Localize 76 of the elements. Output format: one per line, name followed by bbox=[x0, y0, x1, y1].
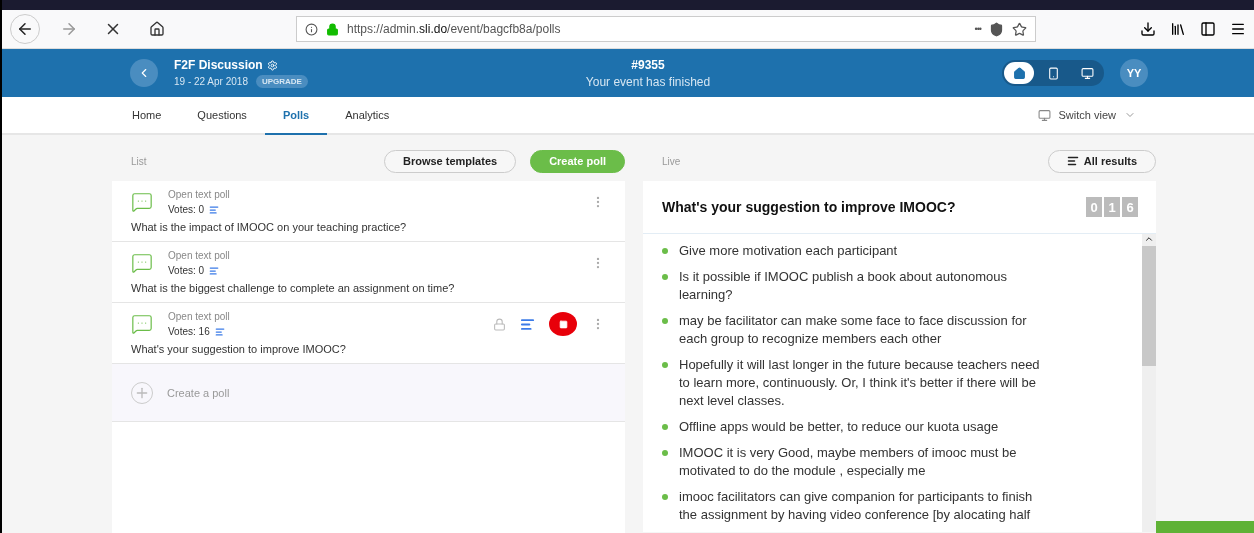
counter-digit: 6 bbox=[1122, 197, 1138, 217]
bullet-dot bbox=[662, 424, 668, 430]
address-bar[interactable]: https://admin.sli.do/event/bagcfb8a/polls ••• bbox=[296, 16, 1036, 42]
chevron-up-icon bbox=[1144, 234, 1154, 244]
library-icon[interactable] bbox=[1170, 21, 1186, 37]
stop-poll-button[interactable] bbox=[549, 312, 577, 336]
results-icon bbox=[209, 204, 220, 215]
scrollbar[interactable] bbox=[1142, 234, 1156, 532]
lock-icon bbox=[493, 317, 506, 331]
poll-question: What is the impact of IMOOC on your teaching practice? bbox=[131, 221, 408, 233]
counter-digit: 0 bbox=[1086, 197, 1102, 217]
bullet-dot bbox=[662, 274, 668, 280]
list-title: List bbox=[131, 155, 147, 167]
results-button[interactable] bbox=[520, 316, 535, 332]
info-icon bbox=[305, 22, 318, 36]
all-results-button[interactable]: All results bbox=[1047, 149, 1156, 173]
vote-count: Votes: 0 bbox=[168, 265, 205, 276]
bars-icon bbox=[1066, 155, 1079, 167]
answer-text: Is it possible if IMOOC publish a book about autonomous learning? bbox=[679, 268, 1009, 304]
bullet-dot bbox=[662, 248, 668, 254]
poll-question: What's your suggestion to improve IMOOC? bbox=[131, 343, 347, 355]
answer-text: imooc facilitators can give companion for participants to finish the assignment by having video conference [by alocating half bbox=[679, 488, 1034, 524]
poll-type: Open text poll bbox=[168, 250, 231, 261]
more-button[interactable]: ••• bbox=[974, 24, 981, 34]
arrow-right-icon bbox=[60, 20, 78, 38]
url-text: https://admin.sli.do/event/bagcfb8a/polls bbox=[347, 22, 562, 36]
poll-card[interactable]: Open text poll Votes: 0 What is the biggest challenge to complete an assignment on time? bbox=[112, 242, 625, 303]
bullet-dot bbox=[662, 318, 668, 324]
answer-text: Give more motivation each participant bbox=[679, 242, 899, 260]
event-dates: 19 - 22 Apr 2018 bbox=[174, 76, 248, 87]
browse-templates-button[interactable]: Browse templates bbox=[384, 149, 517, 173]
chat-icon bbox=[131, 191, 153, 213]
vote-count: Votes: 0 bbox=[168, 204, 205, 215]
event-name: F2F Discussion bbox=[174, 58, 263, 72]
sidebar-icon[interactable] bbox=[1200, 21, 1216, 37]
menu-icon[interactable] bbox=[1230, 21, 1246, 37]
screen-icon bbox=[1080, 66, 1094, 80]
answer-text: IMOOC it is very Good, maybe members of imooc must be motivated to do the module , especially me bbox=[679, 444, 1018, 480]
chat-icon bbox=[131, 252, 153, 274]
screen-icon bbox=[1037, 108, 1051, 122]
mobile-icon bbox=[1046, 66, 1060, 80]
bars-icon bbox=[520, 316, 535, 332]
stop-icon bbox=[558, 319, 568, 329]
event-code: #9355 bbox=[631, 57, 665, 72]
vote-count: Votes: 16 bbox=[168, 326, 210, 337]
counter-digit: 1 bbox=[1104, 197, 1120, 217]
bullet-dot bbox=[662, 362, 668, 368]
switch-view-button[interactable]: Switch view bbox=[1031, 97, 1142, 133]
answer-text: Offline apps would be better, to reduce our kuota usage bbox=[679, 418, 1000, 436]
poll-type: Open text poll bbox=[168, 311, 231, 322]
live-title: Live bbox=[662, 155, 681, 167]
nav-tab[interactable]: Questions bbox=[179, 97, 265, 135]
poll-card[interactable]: Open text poll Votes: 16 What's your suggestion to improve IMOOC? bbox=[112, 303, 625, 364]
bullet-dot bbox=[662, 450, 668, 456]
bookmark-icon[interactable] bbox=[1012, 21, 1027, 37]
event-status: Your event has finished bbox=[585, 74, 711, 89]
chat-icon bbox=[131, 313, 153, 335]
results-icon bbox=[214, 326, 225, 337]
poll-question: What is the biggest challenge to complete an assignment on time? bbox=[131, 282, 456, 294]
user-avatar[interactable]: YY bbox=[1120, 59, 1148, 87]
lock-icon bbox=[326, 22, 339, 36]
nav-tab[interactable]: Home bbox=[114, 97, 180, 135]
home-icon bbox=[149, 21, 165, 37]
live-question: What's your suggestion to improve IMOOC? bbox=[662, 199, 957, 215]
poll-type: Open text poll bbox=[168, 189, 231, 200]
settings-icon[interactable] bbox=[266, 59, 278, 71]
poll-card[interactable]: Open text poll Votes: 0 What is the impact of IMOOC on your teaching practice? bbox=[112, 181, 625, 242]
home-icon bbox=[1012, 66, 1026, 80]
answer-text: may be facilitator can make some face to face discussion for each group to recognize members each other bbox=[679, 312, 1028, 348]
view-button[interactable] bbox=[1004, 62, 1034, 84]
nav-tab[interactable]: Polls bbox=[264, 97, 328, 135]
results-icon bbox=[209, 265, 220, 276]
answer-text: Hopefully it will last longer in the future because teachers need to learn more, continuously. Or, I think it's better if there will be next level classes. bbox=[679, 356, 1041, 410]
nav-tab[interactable]: Analytics bbox=[327, 97, 408, 135]
download-icon[interactable] bbox=[1140, 21, 1156, 37]
bullet-dot bbox=[662, 494, 668, 500]
